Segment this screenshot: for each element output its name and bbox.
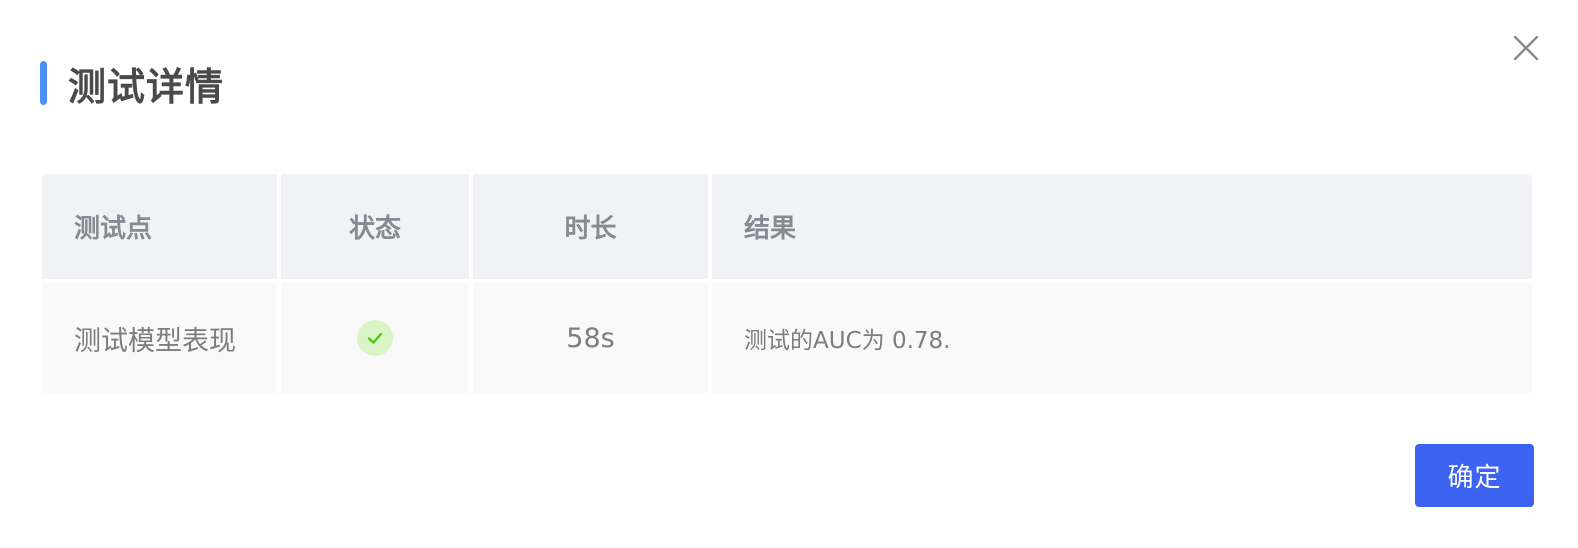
cell-status	[281, 283, 469, 393]
column-header-status: 状态	[281, 174, 469, 279]
table-header-row: 测试点 状态 时长 结果	[42, 174, 1532, 279]
result-text: 测试的AUC为 0.78.	[744, 328, 951, 354]
column-header-label: 测试点	[74, 214, 153, 244]
column-header-test-point: 测试点	[42, 174, 277, 279]
check-circle-icon	[357, 320, 393, 356]
close-button[interactable]	[1510, 32, 1542, 64]
column-header-duration: 时长	[473, 174, 708, 279]
table-row: 测试模型表现 58s 测试的AUC为 0.78.	[42, 283, 1532, 393]
column-header-label: 时长	[564, 214, 617, 244]
cell-duration: 58s	[473, 283, 708, 393]
test-details-table: 测试点 状态 时长 结果 测试模型表现 58s 测试的AUC为 0.78.	[42, 174, 1532, 393]
cell-result: 测试的AUC为 0.78.	[712, 283, 1532, 393]
column-header-label: 状态	[348, 214, 401, 244]
confirm-button[interactable]: 确定	[1415, 444, 1534, 507]
duration-text: 58s	[566, 322, 615, 354]
dialog-header: 测试详情	[40, 60, 224, 109]
test-details-dialog: 测试详情 测试点 状态 时长 结果 测试模型表现 58s 测试的AUC为 0.7…	[0, 0, 1578, 548]
column-header-result: 结果	[712, 174, 1532, 279]
column-header-label: 结果	[744, 214, 797, 244]
cell-test-point: 测试模型表现	[42, 283, 277, 393]
close-icon	[1513, 35, 1539, 61]
test-point-text: 测试模型表现	[74, 325, 236, 357]
dialog-title: 测试详情	[68, 64, 225, 109]
title-accent-bar	[40, 61, 47, 105]
